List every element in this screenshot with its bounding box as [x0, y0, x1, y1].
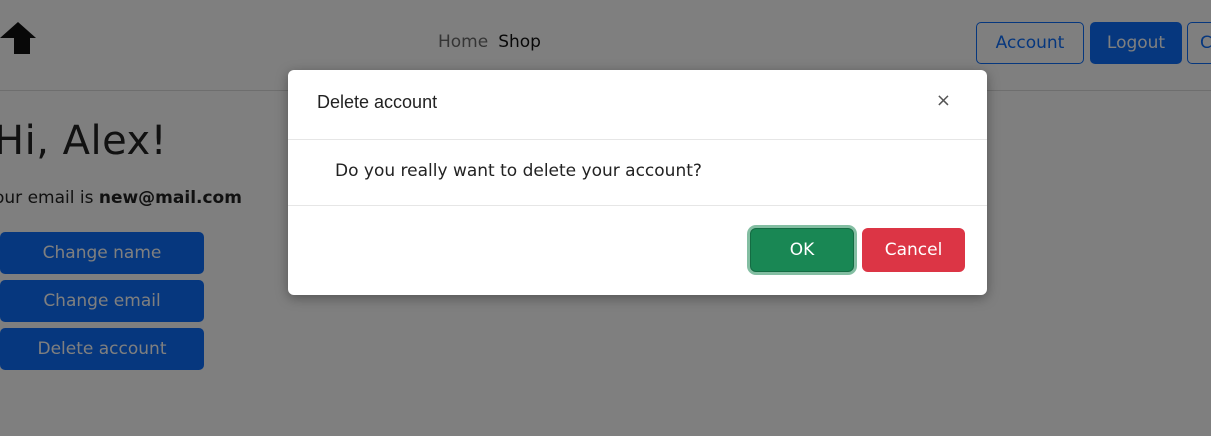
modal-body: Do you really want to delete your accoun… [288, 140, 987, 206]
cancel-button[interactable]: Cancel [862, 228, 965, 272]
delete-account-dialog: Delete account × Do you really want to d… [288, 70, 987, 295]
modal-message: Do you really want to delete your accoun… [335, 161, 702, 181]
ok-button[interactable]: OK [750, 228, 854, 272]
modal-header: Delete account × [288, 70, 987, 140]
close-icon[interactable]: × [936, 90, 951, 111]
modal-title: Delete account [317, 92, 438, 112]
modal-footer: OK Cancel [288, 206, 987, 295]
